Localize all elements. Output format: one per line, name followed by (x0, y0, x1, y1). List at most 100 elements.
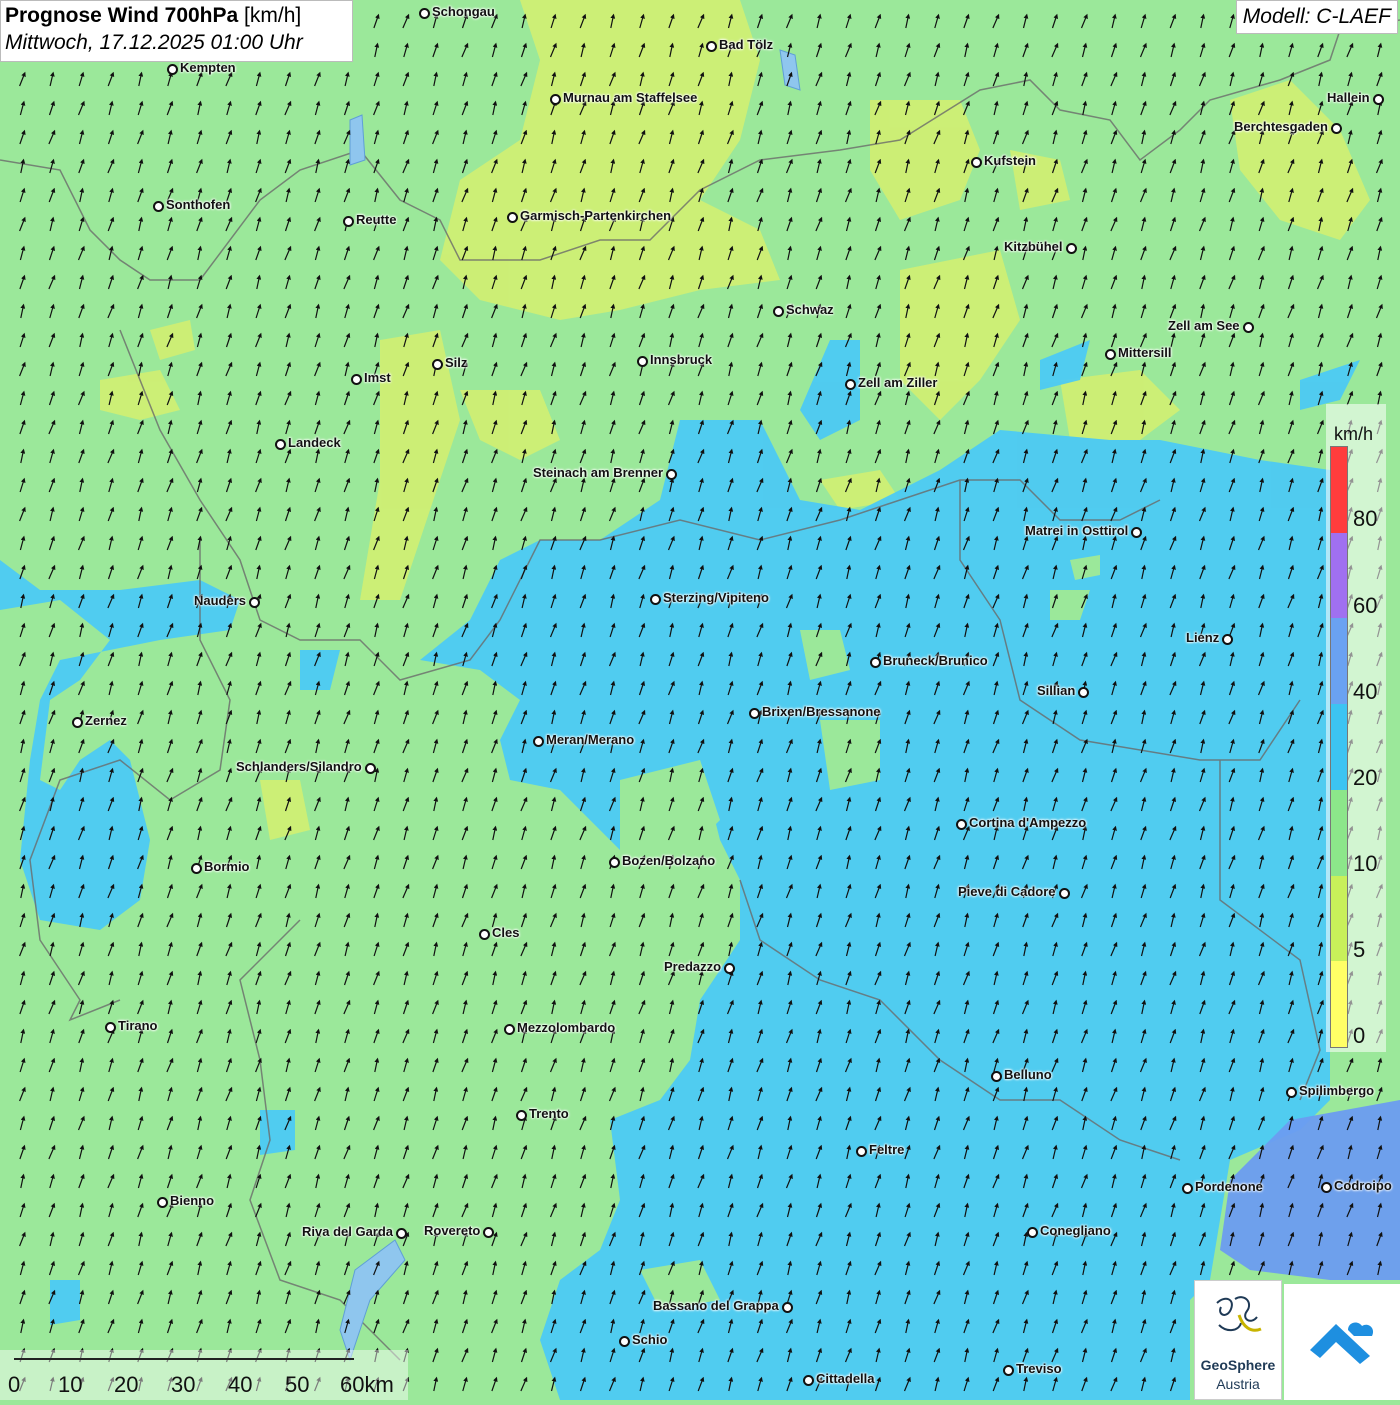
city-marker (419, 8, 430, 19)
legend-tick-label: 10 (1353, 851, 1378, 876)
city-marker (803, 1375, 814, 1386)
city-label: Kempten (180, 60, 236, 75)
forecast-datetime: Mittwoch, 17.12.2025 01:00 Uhr (5, 31, 303, 54)
city-label: Riva del Garda (302, 1224, 394, 1239)
city-marker (1059, 888, 1070, 899)
city-marker (1331, 123, 1342, 134)
city-marker (619, 1336, 630, 1347)
weather-cloud-icon (1310, 1322, 1374, 1364)
city-marker (1078, 687, 1089, 698)
legend-unit: km/h (1334, 424, 1374, 444)
geosphere-emblem-icon (1216, 1296, 1262, 1332)
city-label: Schlanders/Silandro (236, 759, 362, 774)
city-label: Steinach am Brenner (533, 465, 664, 480)
scale-label: 40 (228, 1372, 253, 1397)
city-label: Zell am Ziller (858, 375, 938, 390)
city-marker (971, 157, 982, 168)
city-marker (365, 763, 376, 774)
scale-label: 50 (285, 1372, 310, 1397)
logo-name-line1: GeoSphere (1200, 1357, 1276, 1373)
city-marker (343, 216, 354, 227)
city-marker (1182, 1183, 1193, 1194)
legend-color-segment (1331, 704, 1347, 791)
city-label: Nauders (194, 593, 247, 608)
city-label: Bienno (170, 1193, 215, 1208)
city-label: Sillian (1037, 683, 1076, 698)
city-marker (870, 657, 881, 668)
city-marker (782, 1302, 793, 1313)
city-marker (483, 1227, 494, 1238)
city-marker (1286, 1087, 1297, 1098)
city-marker (856, 1146, 867, 1157)
city-label: Bozen/Bolzano (622, 853, 716, 868)
city-label: Lienz (1186, 630, 1220, 645)
scale-label: 60km (340, 1372, 394, 1397)
geosphere-app-logo (1284, 1284, 1400, 1400)
city-label: Reutte (356, 212, 397, 227)
legend-color-segment (1331, 961, 1347, 1048)
city-marker (1243, 322, 1254, 333)
city-marker (1105, 349, 1116, 360)
city-marker (1027, 1227, 1038, 1238)
city-label: Schwaz (786, 302, 834, 317)
map-title: Prognose Wind 700hPa (5, 4, 239, 27)
city-label: Predazzo (664, 959, 722, 974)
city-marker (275, 439, 286, 450)
city-label: Schio (632, 1332, 668, 1347)
city-marker (479, 929, 490, 940)
city-label: Bormio (204, 859, 250, 874)
city-marker (249, 597, 260, 608)
scale-label: 0 (8, 1372, 21, 1397)
city-marker (507, 212, 518, 223)
city-marker (157, 1197, 168, 1208)
city-marker (432, 359, 443, 370)
legend-color-segment (1331, 789, 1347, 877)
city-label: Silz (445, 355, 468, 370)
city-label: Conegliano (1040, 1223, 1111, 1238)
city-marker (845, 379, 856, 390)
city-label: Tirano (118, 1018, 158, 1033)
city-label: Belluno (1004, 1067, 1052, 1082)
city-label: Cittadella (816, 1371, 875, 1386)
city-label: Trento (529, 1106, 569, 1121)
legend-color-segment (1331, 447, 1347, 534)
scale-bar: 0 10 20 30 40 50 60km (0, 1350, 408, 1400)
city-marker (153, 201, 164, 212)
city-label: Landeck (288, 435, 341, 450)
city-label: Kufstein (984, 153, 1036, 168)
model-label: Modell: C-LAEF (1235, 0, 1398, 34)
city-label: Kitzbühel (1004, 239, 1063, 254)
city-label: Murnau am Staffelsee (563, 90, 698, 105)
city-marker (1373, 94, 1384, 105)
city-marker (191, 863, 202, 874)
city-marker (105, 1022, 116, 1033)
city-marker (1003, 1365, 1014, 1376)
scale-label: 30 (171, 1372, 196, 1397)
city-label: Spilimbergo (1299, 1083, 1375, 1098)
legend-color-segment (1331, 875, 1347, 962)
city-marker (749, 708, 760, 719)
city-marker (637, 356, 648, 367)
city-label: Garmisch-Partenkirchen (520, 208, 672, 223)
wind-speed-legend: km/h 80 60 40 20 10 5 0 (1326, 404, 1386, 1052)
legend-colorbar (1330, 446, 1348, 1048)
geosphere-logo: GeoSphere Austria (1194, 1280, 1282, 1400)
city-label: Cles (492, 925, 520, 940)
city-label: Mittersill (1118, 345, 1172, 360)
city-marker (396, 1228, 407, 1239)
city-marker (956, 819, 967, 830)
scale-line (14, 1358, 354, 1360)
city-label: Hallein (1327, 90, 1370, 105)
city-label: Bruneck/Brunico (883, 653, 988, 668)
city-label: Schongau (432, 4, 495, 19)
city-marker (1066, 243, 1077, 254)
map-title-unit: [km/h] (244, 4, 302, 27)
legend-tick-label: 0 (1353, 1023, 1366, 1048)
city-label: Codroipo (1334, 1178, 1392, 1193)
legend-tick-label: 60 (1353, 593, 1378, 618)
city-label: Berchtesgaden (1234, 119, 1328, 134)
city-label: Imst (364, 370, 391, 385)
city-marker (1222, 634, 1233, 645)
city-label: Bassano del Grappa (653, 1298, 779, 1313)
legend-color-segment (1331, 532, 1347, 619)
